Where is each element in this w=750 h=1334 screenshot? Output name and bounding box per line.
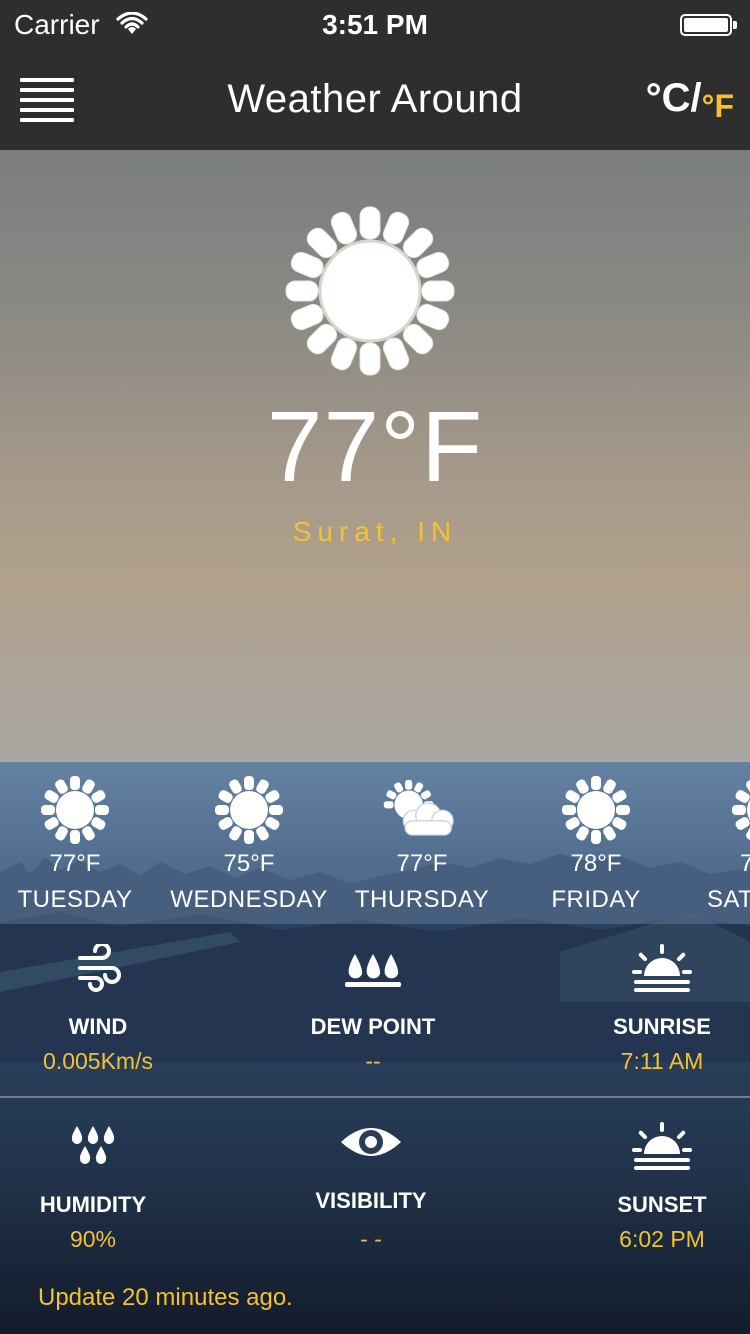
sun-icon xyxy=(215,776,283,844)
humidity-label: HUMIDITY xyxy=(39,1192,147,1217)
sun-icon xyxy=(41,776,109,844)
forecast-temp: 75°F xyxy=(223,850,275,877)
sunset-value: 6:02 PM xyxy=(619,1226,705,1252)
forecast-strip[interactable]: 77°F TUESDAY 75°F WEDNESDAY 77°F THURSDA… xyxy=(0,762,750,924)
current-temperature: 77°F xyxy=(266,391,484,503)
sunset-card: SUNSET 6:02 PM xyxy=(552,1122,750,1282)
location-label[interactable]: Surat, IN xyxy=(0,516,750,548)
forecast-temp: 78°F xyxy=(570,850,622,877)
visibility-value: - - xyxy=(360,1226,382,1252)
app-title: Weather Around xyxy=(227,77,523,121)
forecast-day[interactable]: 77°F TUESDAY xyxy=(0,762,162,924)
sunrise-card: SUNRISE 7:11 AM xyxy=(552,944,750,1104)
last-updated-label: Update 20 minutes ago. xyxy=(38,1284,293,1311)
nav-bar: Weather Around °C/°F xyxy=(0,50,750,150)
forecast-day[interactable]: 7 SAT xyxy=(680,762,750,924)
visibility-label: VISIBILITY xyxy=(315,1188,427,1213)
forecast-temp: 77°F xyxy=(49,850,101,877)
current-weather: 77°F Surat, IN xyxy=(0,150,750,762)
sun-icon xyxy=(562,776,630,844)
sunset-label: SUNSET xyxy=(617,1192,707,1217)
sun-icon xyxy=(732,779,750,841)
wind-label: WIND xyxy=(68,1014,128,1039)
unit-toggle[interactable]: °C/°F xyxy=(646,76,734,124)
unit-fahrenheit[interactable]: °F xyxy=(702,88,734,124)
humidity-card: HUMIDITY 90% xyxy=(0,1122,203,1282)
wind-icon xyxy=(78,944,121,992)
row-divider xyxy=(0,1096,750,1098)
weather-details-panel: 77°F TUESDAY 75°F WEDNESDAY 77°F THURSDA… xyxy=(0,762,750,1334)
dew-point-label: DEW POINT xyxy=(310,1014,436,1039)
forecast-day-name: WEDNESDAY xyxy=(170,886,328,913)
forecast-day[interactable]: 75°F WEDNESDAY xyxy=(162,762,336,924)
wind-value: 0.005Km/s xyxy=(43,1048,153,1074)
forecast-day-name: TUESDAY xyxy=(17,886,133,913)
forecast-temp: 7 xyxy=(740,850,750,877)
sunrise-label: SUNRISE xyxy=(613,1014,711,1039)
forecast-day-name: THURSDAY xyxy=(354,886,490,913)
forecast-temp: 77°F xyxy=(396,850,448,877)
visibility-card: VISIBILITY - - xyxy=(261,1122,481,1282)
sunrise-icon xyxy=(632,944,692,992)
eye-icon xyxy=(341,1128,401,1156)
wind-card: WIND 0.005Km/s xyxy=(0,944,208,1104)
partly-cloudy-icon xyxy=(383,779,454,836)
dew-drops-icon xyxy=(345,954,401,987)
unit-celsius[interactable]: °C xyxy=(646,76,691,120)
forecast-day[interactable]: 77°F THURSDAY xyxy=(335,762,509,924)
details-grid: WIND 0.005Km/s DEW POINT -- SUNRISE 7:11… xyxy=(0,924,750,1264)
forecast-day[interactable]: 78°F FRIDAY xyxy=(509,762,683,924)
status-bar: Carrier 3:51 PM xyxy=(0,0,750,50)
dew-point-value: -- xyxy=(365,1048,381,1074)
battery-icon xyxy=(680,14,732,36)
forecast-day-name: SAT xyxy=(707,886,750,913)
status-time: 3:51 PM xyxy=(322,9,428,40)
humidity-icon xyxy=(71,1126,115,1164)
sun-icon xyxy=(285,206,455,376)
sunset-icon xyxy=(632,1122,692,1170)
sunrise-value: 7:11 AM xyxy=(620,1048,704,1074)
dew-point-card: DEW POINT -- xyxy=(263,944,483,1104)
forecast-day-name: FRIDAY xyxy=(551,886,641,913)
humidity-value: 90% xyxy=(69,1226,117,1252)
